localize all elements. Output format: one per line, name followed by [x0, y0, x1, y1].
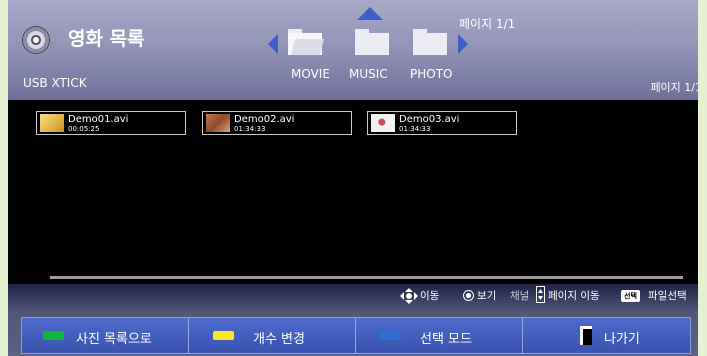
music-folder-icon[interactable]: [355, 29, 389, 55]
exit-door-icon: [580, 326, 592, 345]
file-item-demo01[interactable]: Demo01.avi 00:05:25: [36, 111, 186, 135]
nav-right-arrow-icon[interactable]: [458, 34, 468, 54]
file-duration: 01:34:33: [399, 125, 431, 133]
tv-frame: 영화 목록 USB XTICK 페이지 1/1 페이지 1/1 MOVIE MU…: [0, 0, 707, 356]
movie-folder-icon[interactable]: [288, 29, 324, 55]
device-label: USB XTICK: [23, 76, 87, 90]
hint-view: 보기: [477, 290, 497, 302]
photo-list-label: 사진 목록으로: [76, 332, 152, 347]
channel-updown-icon: [536, 286, 545, 303]
blue-key-icon: [380, 331, 401, 340]
file-item-demo02[interactable]: Demo02.avi 01:34:33: [202, 111, 352, 135]
page-indicator-top: 페이지 1/1: [459, 17, 516, 31]
page-title: 영화 목록: [68, 28, 145, 50]
exit-label: 나가기: [604, 332, 640, 347]
header: 영화 목록 USB XTICK 페이지 1/1 페이지 1/1 MOVIE MU…: [8, 0, 698, 100]
dpad-icon: [400, 288, 418, 304]
select-mode-button[interactable]: 선택 모드: [356, 318, 523, 353]
footer: 이동 보기 채널 페이지 이동 선택 파일선택 사진 목록으로 개수 변경 선택…: [8, 284, 698, 356]
movie-disc-icon: [23, 27, 49, 53]
green-key-icon: [43, 331, 64, 340]
page-indicator-right: 페이지 1/1: [650, 81, 698, 94]
file-name: Demo01.avi: [68, 114, 129, 125]
nav-left-arrow-icon[interactable]: [268, 34, 278, 54]
photo-folder-icon[interactable]: [413, 29, 447, 55]
hint-channel: 채널: [510, 290, 530, 302]
tab-music[interactable]: MUSIC: [349, 67, 388, 81]
list-scrollbar[interactable]: [50, 276, 683, 279]
hint-move: 이동: [420, 290, 440, 302]
change-count-button[interactable]: 개수 변경: [189, 318, 356, 353]
photo-list-button[interactable]: 사진 목록으로: [22, 318, 189, 353]
hint-file-select: 파일선택: [648, 290, 687, 302]
tab-movie[interactable]: MOVIE: [291, 67, 330, 81]
file-name: Demo03.avi: [399, 114, 460, 125]
file-item-demo03[interactable]: Demo03.avi 01:34:33: [367, 111, 517, 135]
function-key-bar: 사진 목록으로 개수 변경 선택 모드 나가기: [21, 317, 691, 354]
movie-list-screen: 영화 목록 USB XTICK 페이지 1/1 페이지 1/1 MOVIE MU…: [8, 0, 698, 356]
file-duration: 00:05:25: [68, 125, 100, 133]
thumbnail-image: [40, 114, 64, 132]
tab-photo[interactable]: PHOTO: [410, 67, 452, 81]
thumbnail-image: [371, 114, 395, 132]
file-name: Demo02.avi: [234, 114, 295, 125]
hint-page-move: 페이지 이동: [548, 290, 600, 302]
select-mode-label: 선택 모드: [420, 332, 472, 347]
ok-button-icon: [463, 290, 474, 301]
nav-up-arrow-icon[interactable]: [357, 7, 383, 20]
file-duration: 01:34:33: [234, 125, 266, 133]
thumbnail-image: [206, 114, 230, 132]
select-key-icon: 선택: [621, 290, 640, 302]
yellow-key-icon: [213, 331, 234, 340]
change-count-label: 개수 변경: [253, 332, 305, 347]
exit-button[interactable]: 나가기: [523, 318, 690, 353]
